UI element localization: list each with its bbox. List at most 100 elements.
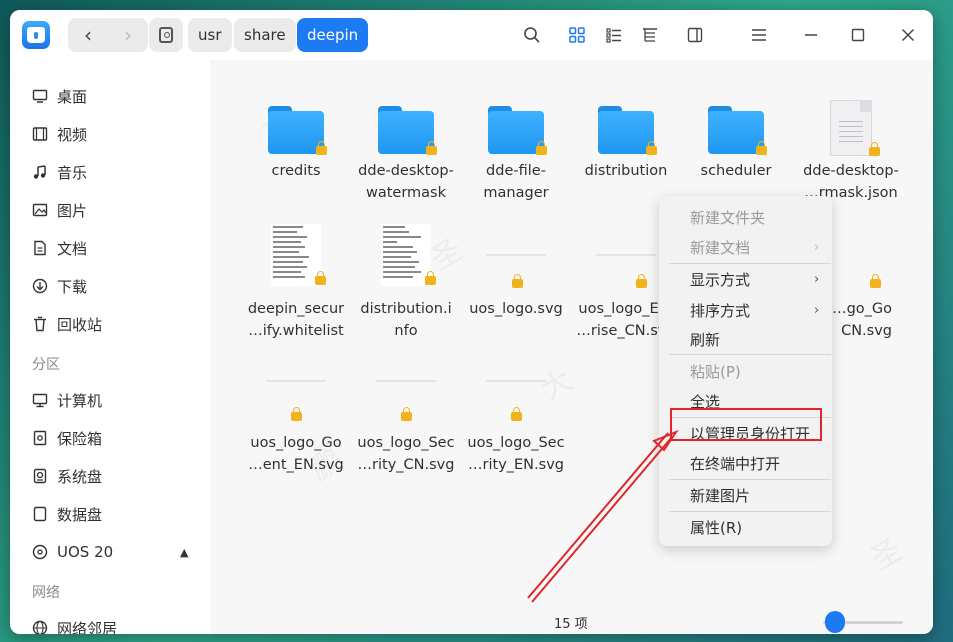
menu-separator (669, 354, 831, 355)
file-name: uos_logo_Go …ent_EN.svg (248, 435, 344, 473)
file-manager-logo-icon (22, 21, 50, 49)
grid-view-icon (569, 27, 585, 43)
menu-item-display-mode[interactable]: 显示方式 › (659, 264, 832, 294)
svg-file-thumbnail (266, 370, 326, 421)
file-name: …go_Go CN.svg (832, 301, 892, 339)
sidebar-item-pictures[interactable]: 图片 (10, 192, 210, 228)
item-count: 15 项 (554, 617, 588, 632)
breadcrumb-usr[interactable]: usr (188, 18, 232, 52)
file-item[interactable]: uos_logo_Sec …rity_CN.svg (353, 370, 459, 476)
sidebar-item-vault[interactable]: 保险箱 (10, 420, 210, 456)
search-button[interactable] (521, 24, 543, 46)
lock-icon (316, 141, 327, 155)
sidebar-item-desktop[interactable]: 桌面 (10, 78, 210, 114)
menu-item-sort-by[interactable]: 排序方式 › (659, 295, 832, 325)
menu-item-new-document[interactable]: 新建文档 › (659, 232, 832, 262)
network-icon (32, 620, 48, 634)
vault-icon (32, 430, 48, 446)
file-item[interactable]: uos_logo.svg (463, 224, 569, 320)
sidebar-item-uos20[interactable]: UOS 20 ▲ (10, 534, 210, 570)
file-item[interactable]: …go_Go CN.svg (832, 224, 892, 342)
sidebar-item-music[interactable]: 音乐 (10, 154, 210, 190)
maximize-button[interactable] (847, 24, 869, 46)
file-item[interactable]: scheduler (683, 106, 789, 182)
sidebar-item-label: 保险箱 (57, 429, 103, 448)
main-menu-button[interactable] (748, 24, 770, 46)
file-item[interactable]: dde-desktop-watermask (353, 106, 459, 204)
sidebar-item-videos[interactable]: 视频 (10, 116, 210, 152)
forward-button[interactable]: › (108, 18, 148, 52)
file-item[interactable]: distribution.i nfo (353, 224, 459, 342)
eject-icon[interactable]: ▲ (180, 546, 188, 559)
sidebar-item-system-disk[interactable]: 系统盘 (10, 458, 210, 494)
file-name: distribution (584, 163, 668, 179)
file-name: credits (271, 163, 321, 179)
file-item[interactable]: deepin_secur …ify.whitelist (243, 224, 349, 342)
sidebar-item-trash[interactable]: 回收站 (10, 306, 210, 342)
video-icon (32, 126, 48, 142)
file-name: dde-file-manager (483, 163, 549, 201)
sidebar-item-label: 图片 (57, 201, 88, 220)
file-name: uos_logo.svg (469, 301, 563, 317)
minimize-button[interactable] (800, 24, 822, 46)
trash-icon (32, 316, 48, 332)
sidebar-item-label: 视频 (57, 125, 88, 144)
lock-icon (401, 407, 412, 421)
sidebar-item-label: 计算机 (57, 391, 103, 410)
file-item[interactable]: distribution (573, 106, 679, 182)
sidebar-item-documents[interactable]: 文档 (10, 230, 210, 266)
back-button[interactable]: ‹ (68, 18, 108, 52)
file-item[interactable]: dde-desktop- …rmask.json (798, 100, 904, 204)
file-item[interactable]: dde-file-manager (463, 106, 569, 204)
sidebar-item-label: 数据盘 (57, 505, 103, 524)
lock-icon (636, 274, 647, 288)
file-item[interactable]: uos_logo_Go …ent_EN.svg (243, 370, 349, 476)
file-name: distribution.i nfo (360, 301, 452, 339)
lock-icon (511, 407, 522, 421)
sidebar-item-label: 网络邻居 (57, 619, 118, 635)
sidebar-item-downloads[interactable]: 下载 (10, 268, 210, 304)
disk-icon (159, 27, 173, 43)
close-button[interactable] (897, 24, 919, 46)
sidebar-item-network-neighborhood[interactable]: 网络邻居 (10, 610, 210, 634)
tree-view-button[interactable] (639, 24, 661, 46)
breadcrumb-share[interactable]: share (234, 18, 296, 52)
file-item[interactable]: credits (243, 106, 349, 182)
folder-icon (488, 106, 547, 155)
document-icon (32, 240, 48, 256)
context-menu: 新建文件夹 新建文档 › 显示方式 › 排序方式 › 刷新 粘贴(P) 全选 以管理员… (659, 196, 832, 546)
menu-item-refresh[interactable]: 刷新 (659, 324, 832, 354)
menu-item-open-in-terminal[interactable]: 在终端中打开 (659, 448, 832, 478)
sidebar-item-data-disk[interactable]: 数据盘 (10, 496, 210, 532)
folder-icon (598, 106, 657, 155)
lock-icon (870, 274, 881, 288)
sidebar-item-label: 系统盘 (57, 467, 103, 486)
menu-item-new-folder[interactable]: 新建文件夹 (659, 202, 832, 232)
optical-disc-icon (32, 544, 48, 560)
side-panel-icon (687, 27, 703, 43)
picture-icon (32, 202, 48, 218)
menu-item-properties[interactable]: 属性(R) (659, 512, 832, 542)
disk-icon (32, 468, 48, 484)
lock-icon (426, 141, 437, 155)
json-file-icon (830, 100, 880, 156)
annotation-highlight-box (670, 408, 822, 441)
lock-icon (315, 271, 326, 285)
sidebar-item-computer[interactable]: 计算机 (10, 382, 210, 418)
menu-item-paste[interactable]: 粘贴(P) (659, 356, 832, 386)
navigation-buttons: ‹ › (68, 18, 148, 52)
breadcrumb-root-disk[interactable] (149, 18, 183, 52)
file-item[interactable]: uos_logo_Sec …rity_EN.svg (463, 370, 569, 476)
menu-item-new-image[interactable]: 新建图片 (659, 480, 832, 510)
folder-icon (378, 106, 437, 155)
disk-icon (32, 506, 48, 522)
minimize-icon (805, 34, 817, 36)
lock-icon (291, 407, 302, 421)
status-bar: 15 项 (210, 610, 933, 634)
breadcrumb-deepin[interactable]: deepin (297, 18, 369, 52)
sidebar-section-network: 网络 (32, 585, 60, 601)
list-view-button[interactable] (603, 24, 625, 46)
icon-view-button[interactable] (566, 24, 588, 46)
icon-size-slider-handle[interactable] (825, 611, 845, 633)
detail-panel-button[interactable] (684, 24, 706, 46)
